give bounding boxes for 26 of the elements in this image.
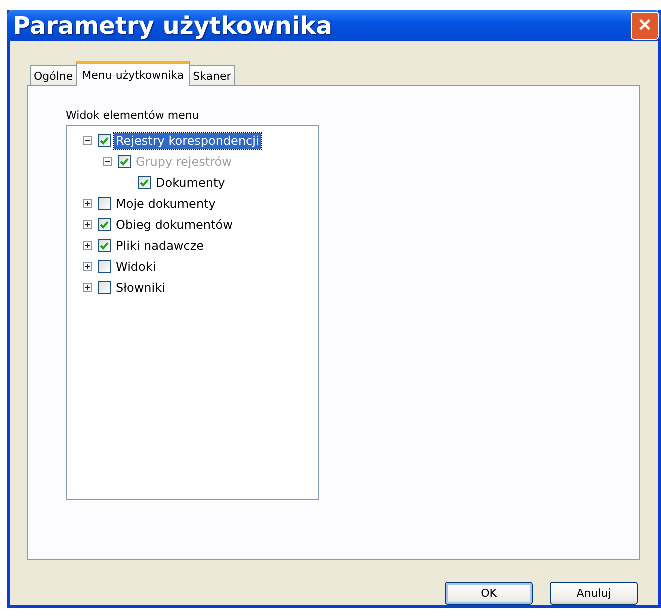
tree-item[interactable]: Słowniki <box>114 280 168 296</box>
tree-label: Widok elementów menu <box>66 109 200 122</box>
tree-item[interactable]: Rejestry korespondencji <box>114 132 262 148</box>
close-button[interactable]: ✕ <box>631 12 659 40</box>
expand-icon[interactable] <box>83 199 92 208</box>
tree-item[interactable]: Moje dokumenty <box>114 196 218 212</box>
tree-item[interactable]: Widoki <box>114 258 158 274</box>
tab[interactable]: Menu użytkownika <box>76 61 190 86</box>
expand-icon[interactable] <box>83 220 92 229</box>
expand-icon[interactable] <box>83 241 92 250</box>
checkbox[interactable] <box>98 281 111 294</box>
checkbox[interactable] <box>98 218 111 231</box>
ok-button[interactable]: OK <box>445 582 533 605</box>
checkbox[interactable] <box>98 197 111 210</box>
checkbox[interactable] <box>98 260 111 273</box>
expand-icon[interactable] <box>83 262 92 271</box>
checkbox[interactable] <box>98 239 111 252</box>
tree-item[interactable]: Pliki nadawcze <box>114 238 206 254</box>
checkbox[interactable] <box>98 134 111 147</box>
collapse-icon[interactable] <box>83 136 92 145</box>
tab[interactable]: Skaner <box>189 65 236 86</box>
tree-item[interactable]: Obieg dokumentów <box>114 216 235 232</box>
expand-icon[interactable] <box>83 283 92 292</box>
cancel-button[interactable]: Anuluj <box>550 582 638 605</box>
tab[interactable]: Ogólne <box>30 65 78 86</box>
window-title: Parametry użytkownika <box>13 12 332 40</box>
